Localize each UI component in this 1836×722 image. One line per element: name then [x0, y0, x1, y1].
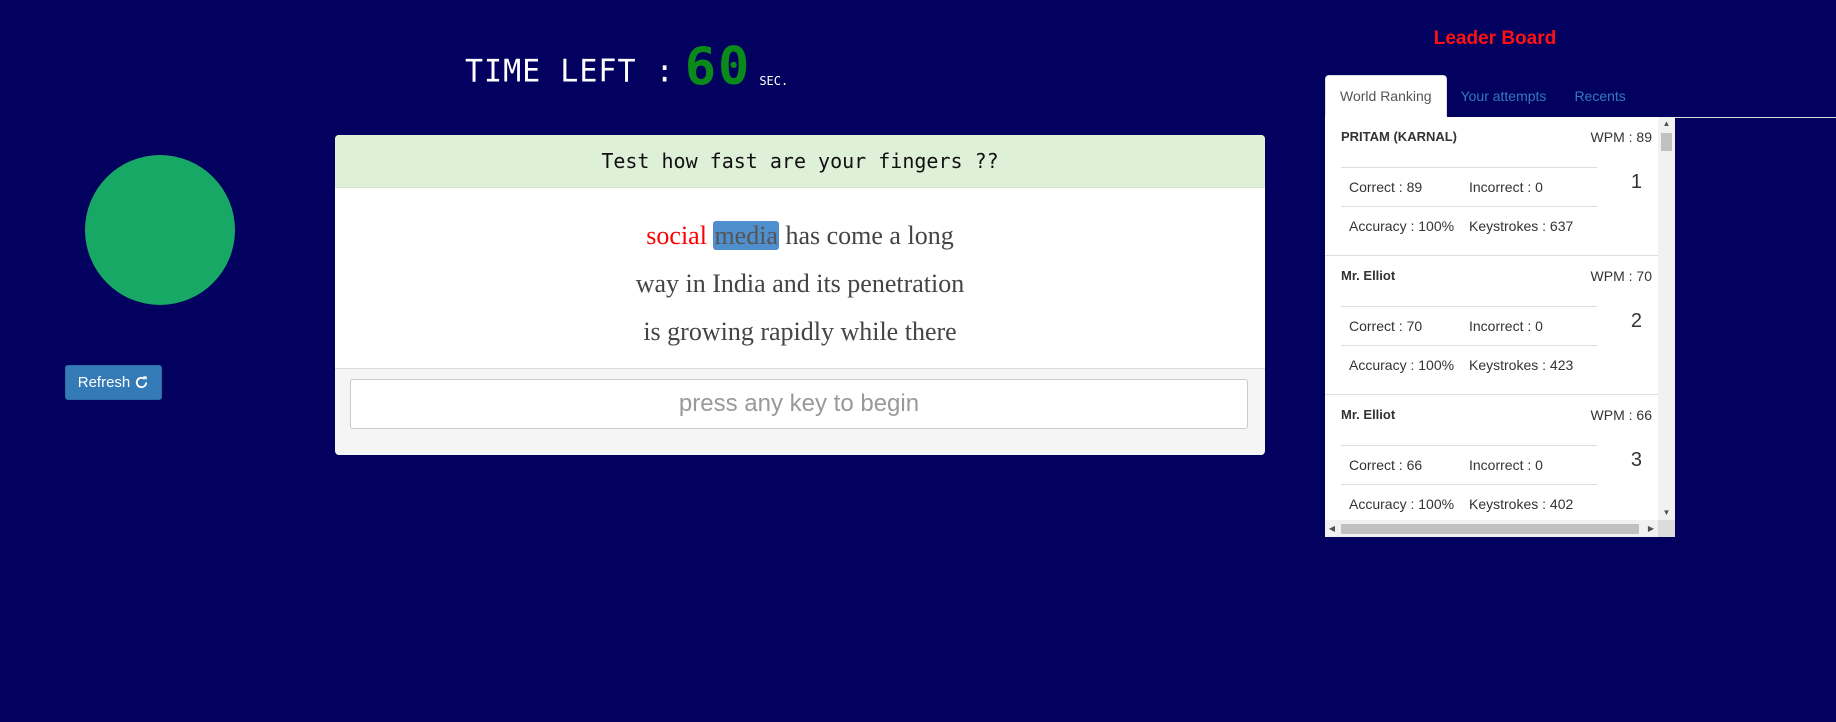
- leaderboard-entry: PRITAM (KARNAL) WPM : 89 1 Correct : 89 I…: [1325, 117, 1658, 256]
- player-stats: Correct : 70 Incorrect : 0 Accuracy : 100…: [1341, 306, 1597, 384]
- typing-input[interactable]: [350, 379, 1248, 429]
- stat-incorrect: Incorrect : 0: [1469, 457, 1543, 473]
- passage-line-1: social media has come a long: [335, 212, 1265, 260]
- status-circle: [85, 155, 235, 305]
- timer-value: 60: [684, 37, 752, 97]
- refresh-icon: [136, 376, 148, 389]
- stat-accuracy: Accuracy : 100%: [1349, 496, 1455, 512]
- stat-keystrokes: Keystrokes : 402: [1469, 496, 1574, 512]
- passage-line-2: way in India and its penetration: [635, 269, 965, 298]
- stat-incorrect: Incorrect : 0: [1469, 318, 1543, 334]
- player-name: Mr. Elliot: [1341, 407, 1396, 422]
- player-rank: 2: [1630, 310, 1642, 332]
- scroll-up-icon[interactable]: ▲: [1658, 117, 1675, 131]
- player-stats: Correct : 89 Incorrect : 0 Accuracy : 100…: [1341, 167, 1597, 245]
- stat-keystrokes: Keystrokes : 423: [1469, 357, 1574, 373]
- stat-correct: Correct : 70: [1349, 318, 1423, 334]
- input-wrapper: [335, 369, 1265, 444]
- stat-correct: Correct : 66: [1349, 457, 1423, 473]
- player-wpm: WPM : 70: [1590, 268, 1652, 284]
- typing-panel: Test how fast are your fingers ?? social…: [335, 135, 1265, 455]
- stat-keystrokes: Keystrokes : 637: [1469, 218, 1574, 234]
- remaining-words: has come a long: [785, 221, 954, 250]
- current-word: media: [713, 221, 779, 250]
- tab-recents[interactable]: Recents: [1560, 75, 1639, 117]
- leaderboard-panel: PRITAM (KARNAL) WPM : 89 1 Correct : 89 I…: [1325, 117, 1675, 537]
- horizontal-scroll-thumb[interactable]: [1341, 524, 1639, 534]
- timer-label: TIME LEFT :: [465, 53, 675, 90]
- scroll-right-icon[interactable]: ▶: [1644, 520, 1658, 537]
- leaderboard-tabs: World Ranking Your attempts Recents: [1325, 75, 1836, 118]
- leaderboard-list: PRITAM (KARNAL) WPM : 89 1 Correct : 89 I…: [1325, 117, 1658, 520]
- passage-text: social media has come a long way in Indi…: [335, 188, 1265, 369]
- stat-correct: Correct : 89: [1349, 179, 1423, 195]
- vertical-scroll-thumb[interactable]: [1661, 133, 1672, 151]
- scroll-left-icon[interactable]: ◀: [1325, 520, 1339, 537]
- scrollbar-corner: [1658, 520, 1675, 537]
- typed-word-wrong: social: [646, 221, 707, 250]
- vertical-scrollbar[interactable]: ▲ ▼: [1658, 117, 1675, 520]
- panel-heading: Test how fast are your fingers ??: [335, 135, 1265, 188]
- player-rank: 3: [1630, 449, 1642, 471]
- stat-accuracy: Accuracy : 100%: [1349, 357, 1455, 373]
- tab-your-attempts[interactable]: Your attempts: [1447, 75, 1561, 117]
- stat-accuracy: Accuracy : 100%: [1349, 218, 1455, 234]
- scroll-down-icon[interactable]: ▼: [1658, 506, 1675, 520]
- player-wpm: WPM : 89: [1590, 129, 1652, 145]
- tab-world-ranking[interactable]: World Ranking: [1325, 75, 1447, 117]
- leaderboard-entry: Mr. Elliot WPM : 70 2 Correct : 70 Incorr…: [1325, 256, 1658, 395]
- player-wpm: WPM : 66: [1590, 407, 1652, 423]
- timer: TIME LEFT : 60 SEC.: [465, 37, 789, 97]
- refresh-button[interactable]: Refresh: [65, 365, 162, 400]
- timer-unit: SEC.: [759, 74, 789, 88]
- leaderboard-entry: Mr. Elliot WPM : 66 3 Correct : 66 Incorr…: [1325, 395, 1658, 520]
- player-stats: Correct : 66 Incorrect : 0 Accuracy : 100…: [1341, 445, 1597, 520]
- refresh-label: Refresh: [77, 374, 131, 391]
- passage-line-3: is growing rapidly while there: [643, 317, 957, 346]
- horizontal-scrollbar[interactable]: ◀ ▶: [1325, 520, 1658, 537]
- player-name: Mr. Elliot: [1341, 268, 1396, 283]
- stat-incorrect: Incorrect : 0: [1469, 179, 1543, 195]
- player-name: PRITAM (KARNAL): [1341, 129, 1458, 144]
- leaderboard-title: Leader Board: [1433, 28, 1557, 49]
- player-rank: 1: [1630, 171, 1642, 193]
